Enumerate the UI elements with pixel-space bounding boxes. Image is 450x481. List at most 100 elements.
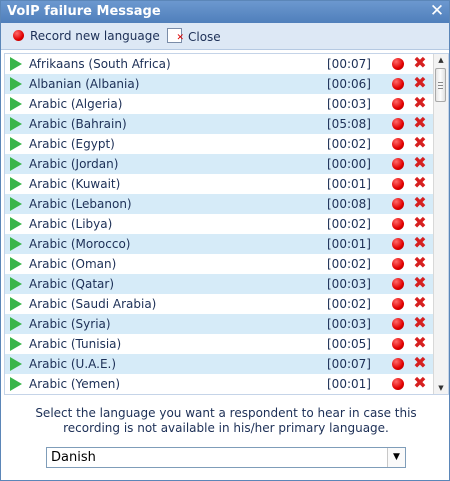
play-icon[interactable] <box>10 137 22 151</box>
record-icon[interactable] <box>392 98 404 110</box>
delete-icon[interactable]: ✖ <box>412 275 428 291</box>
language-name: Arabic (Lebanon) <box>29 197 132 211</box>
delete-icon[interactable]: ✖ <box>412 255 428 271</box>
voip-failure-dialog: VoIP failure Message ✕ Record new langua… <box>0 0 450 481</box>
recording-duration: [00:02] <box>327 257 371 271</box>
record-icon[interactable] <box>392 258 404 270</box>
record-icon <box>13 30 24 41</box>
delete-icon[interactable]: ✖ <box>412 315 428 331</box>
language-name: Arabic (Qatar) <box>29 277 115 291</box>
record-icon[interactable] <box>392 78 404 90</box>
record-icon[interactable] <box>392 158 404 170</box>
language-row[interactable]: Arabic (Egypt) [00:02] ✖ <box>5 134 433 154</box>
record-icon[interactable] <box>392 378 404 390</box>
dropdown-arrow-icon[interactable]: ▼ <box>387 448 405 467</box>
language-name: Arabic (Kuwait) <box>29 177 121 191</box>
grip-line <box>438 88 443 89</box>
language-name: Afrikaans (South Africa) <box>29 57 171 71</box>
recording-duration: [00:03] <box>327 97 371 111</box>
language-row[interactable]: Arabic (Jordan) [00:00] ✖ <box>5 154 433 174</box>
delete-icon[interactable]: ✖ <box>412 55 428 71</box>
play-icon[interactable] <box>10 317 22 331</box>
language-row[interactable]: Arabic (Kuwait) [00:01] ✖ <box>5 174 433 194</box>
play-icon[interactable] <box>10 117 22 131</box>
record-icon[interactable] <box>392 358 404 370</box>
delete-icon[interactable]: ✖ <box>412 375 428 391</box>
play-icon[interactable] <box>10 157 22 171</box>
play-icon[interactable] <box>10 57 22 71</box>
delete-icon[interactable]: ✖ <box>412 195 428 211</box>
play-icon[interactable] <box>10 197 22 211</box>
recording-duration: [00:02] <box>327 297 371 311</box>
fallback-language-select[interactable]: Danish ▼ <box>46 447 406 468</box>
record-icon[interactable] <box>392 238 404 250</box>
delete-icon[interactable]: ✖ <box>412 155 428 171</box>
recording-duration: [00:03] <box>327 317 371 331</box>
play-icon[interactable] <box>10 357 22 371</box>
delete-icon[interactable]: ✖ <box>412 175 428 191</box>
delete-icon[interactable]: ✖ <box>412 115 428 131</box>
record-new-language-button[interactable]: Record new language <box>13 28 160 44</box>
language-row[interactable]: Arabic (Bahrain) [05:08] ✖ <box>5 114 433 134</box>
play-icon[interactable] <box>10 77 22 91</box>
record-icon[interactable] <box>392 318 404 330</box>
language-row[interactable]: Albanian (Albania) [00:06] ✖ <box>5 74 433 94</box>
recording-duration: [00:03] <box>327 277 371 291</box>
scroll-up-arrow-icon[interactable]: ▲ <box>434 54 448 66</box>
close-button[interactable]: Close <box>167 28 221 46</box>
scroll-thumb[interactable] <box>435 68 446 102</box>
language-row[interactable]: Arabic (Oman) [00:02] ✖ <box>5 254 433 274</box>
language-row[interactable]: Arabic (Syria) [00:03] ✖ <box>5 314 433 334</box>
language-name: Arabic (Saudi Arabia) <box>29 297 157 311</box>
record-icon[interactable] <box>392 178 404 190</box>
language-name: Arabic (Morocco) <box>29 237 131 251</box>
record-icon[interactable] <box>392 278 404 290</box>
language-row[interactable]: Arabic (Morocco) [00:01] ✖ <box>5 234 433 254</box>
record-icon[interactable] <box>392 118 404 130</box>
vertical-scrollbar[interactable]: ▲ ▼ <box>433 54 448 394</box>
close-icon <box>167 28 184 46</box>
delete-icon[interactable]: ✖ <box>412 335 428 351</box>
play-icon[interactable] <box>10 237 22 251</box>
language-row[interactable]: Arabic (Algeria) [00:03] ✖ <box>5 94 433 114</box>
language-name: Arabic (Libya) <box>29 217 113 231</box>
play-icon[interactable] <box>10 377 22 391</box>
play-icon[interactable] <box>10 337 22 351</box>
delete-icon[interactable]: ✖ <box>412 215 428 231</box>
record-icon[interactable] <box>392 198 404 210</box>
language-row[interactable]: Arabic (Libya) [00:02] ✖ <box>5 214 433 234</box>
record-icon[interactable] <box>392 338 404 350</box>
toolbar: Record new language Close <box>1 23 449 50</box>
language-row[interactable]: Arabic (Lebanon) [00:08] ✖ <box>5 194 433 214</box>
play-icon[interactable] <box>10 277 22 291</box>
window-close-icon[interactable]: ✕ <box>429 3 445 20</box>
play-icon[interactable] <box>10 217 22 231</box>
language-row[interactable]: Arabic (Qatar) [00:03] ✖ <box>5 274 433 294</box>
language-row[interactable]: Arabic (U.A.E.) [00:07] ✖ <box>5 354 433 374</box>
delete-icon[interactable]: ✖ <box>412 235 428 251</box>
fallback-help-text: Select the language you want a responden… <box>35 406 417 435</box>
delete-icon[interactable]: ✖ <box>412 295 428 311</box>
delete-icon[interactable]: ✖ <box>412 75 428 91</box>
play-icon[interactable] <box>10 177 22 191</box>
language-row[interactable]: Arabic (Yemen) [00:01] ✖ <box>5 374 433 394</box>
language-name: Arabic (U.A.E.) <box>29 357 117 371</box>
play-icon[interactable] <box>10 97 22 111</box>
dialog-title: VoIP failure Message <box>7 4 161 19</box>
record-icon[interactable] <box>392 218 404 230</box>
delete-icon[interactable]: ✖ <box>412 95 428 111</box>
delete-icon[interactable]: ✖ <box>412 355 428 371</box>
record-icon[interactable] <box>392 298 404 310</box>
language-row[interactable]: Arabic (Tunisia) [00:05] ✖ <box>5 334 433 354</box>
scroll-down-arrow-icon[interactable]: ▼ <box>434 382 448 394</box>
record-icon[interactable] <box>392 58 404 70</box>
language-name: Arabic (Oman) <box>29 257 117 271</box>
language-row[interactable]: Arabic (Saudi Arabia) [00:02] ✖ <box>5 294 433 314</box>
language-name: Arabic (Tunisia) <box>29 337 122 351</box>
language-row[interactable]: Afrikaans (South Africa) [00:07] ✖ <box>5 54 433 74</box>
play-icon[interactable] <box>10 297 22 311</box>
record-icon[interactable] <box>392 138 404 150</box>
play-icon[interactable] <box>10 257 22 271</box>
recording-duration: [00:05] <box>327 337 371 351</box>
delete-icon[interactable]: ✖ <box>412 135 428 151</box>
